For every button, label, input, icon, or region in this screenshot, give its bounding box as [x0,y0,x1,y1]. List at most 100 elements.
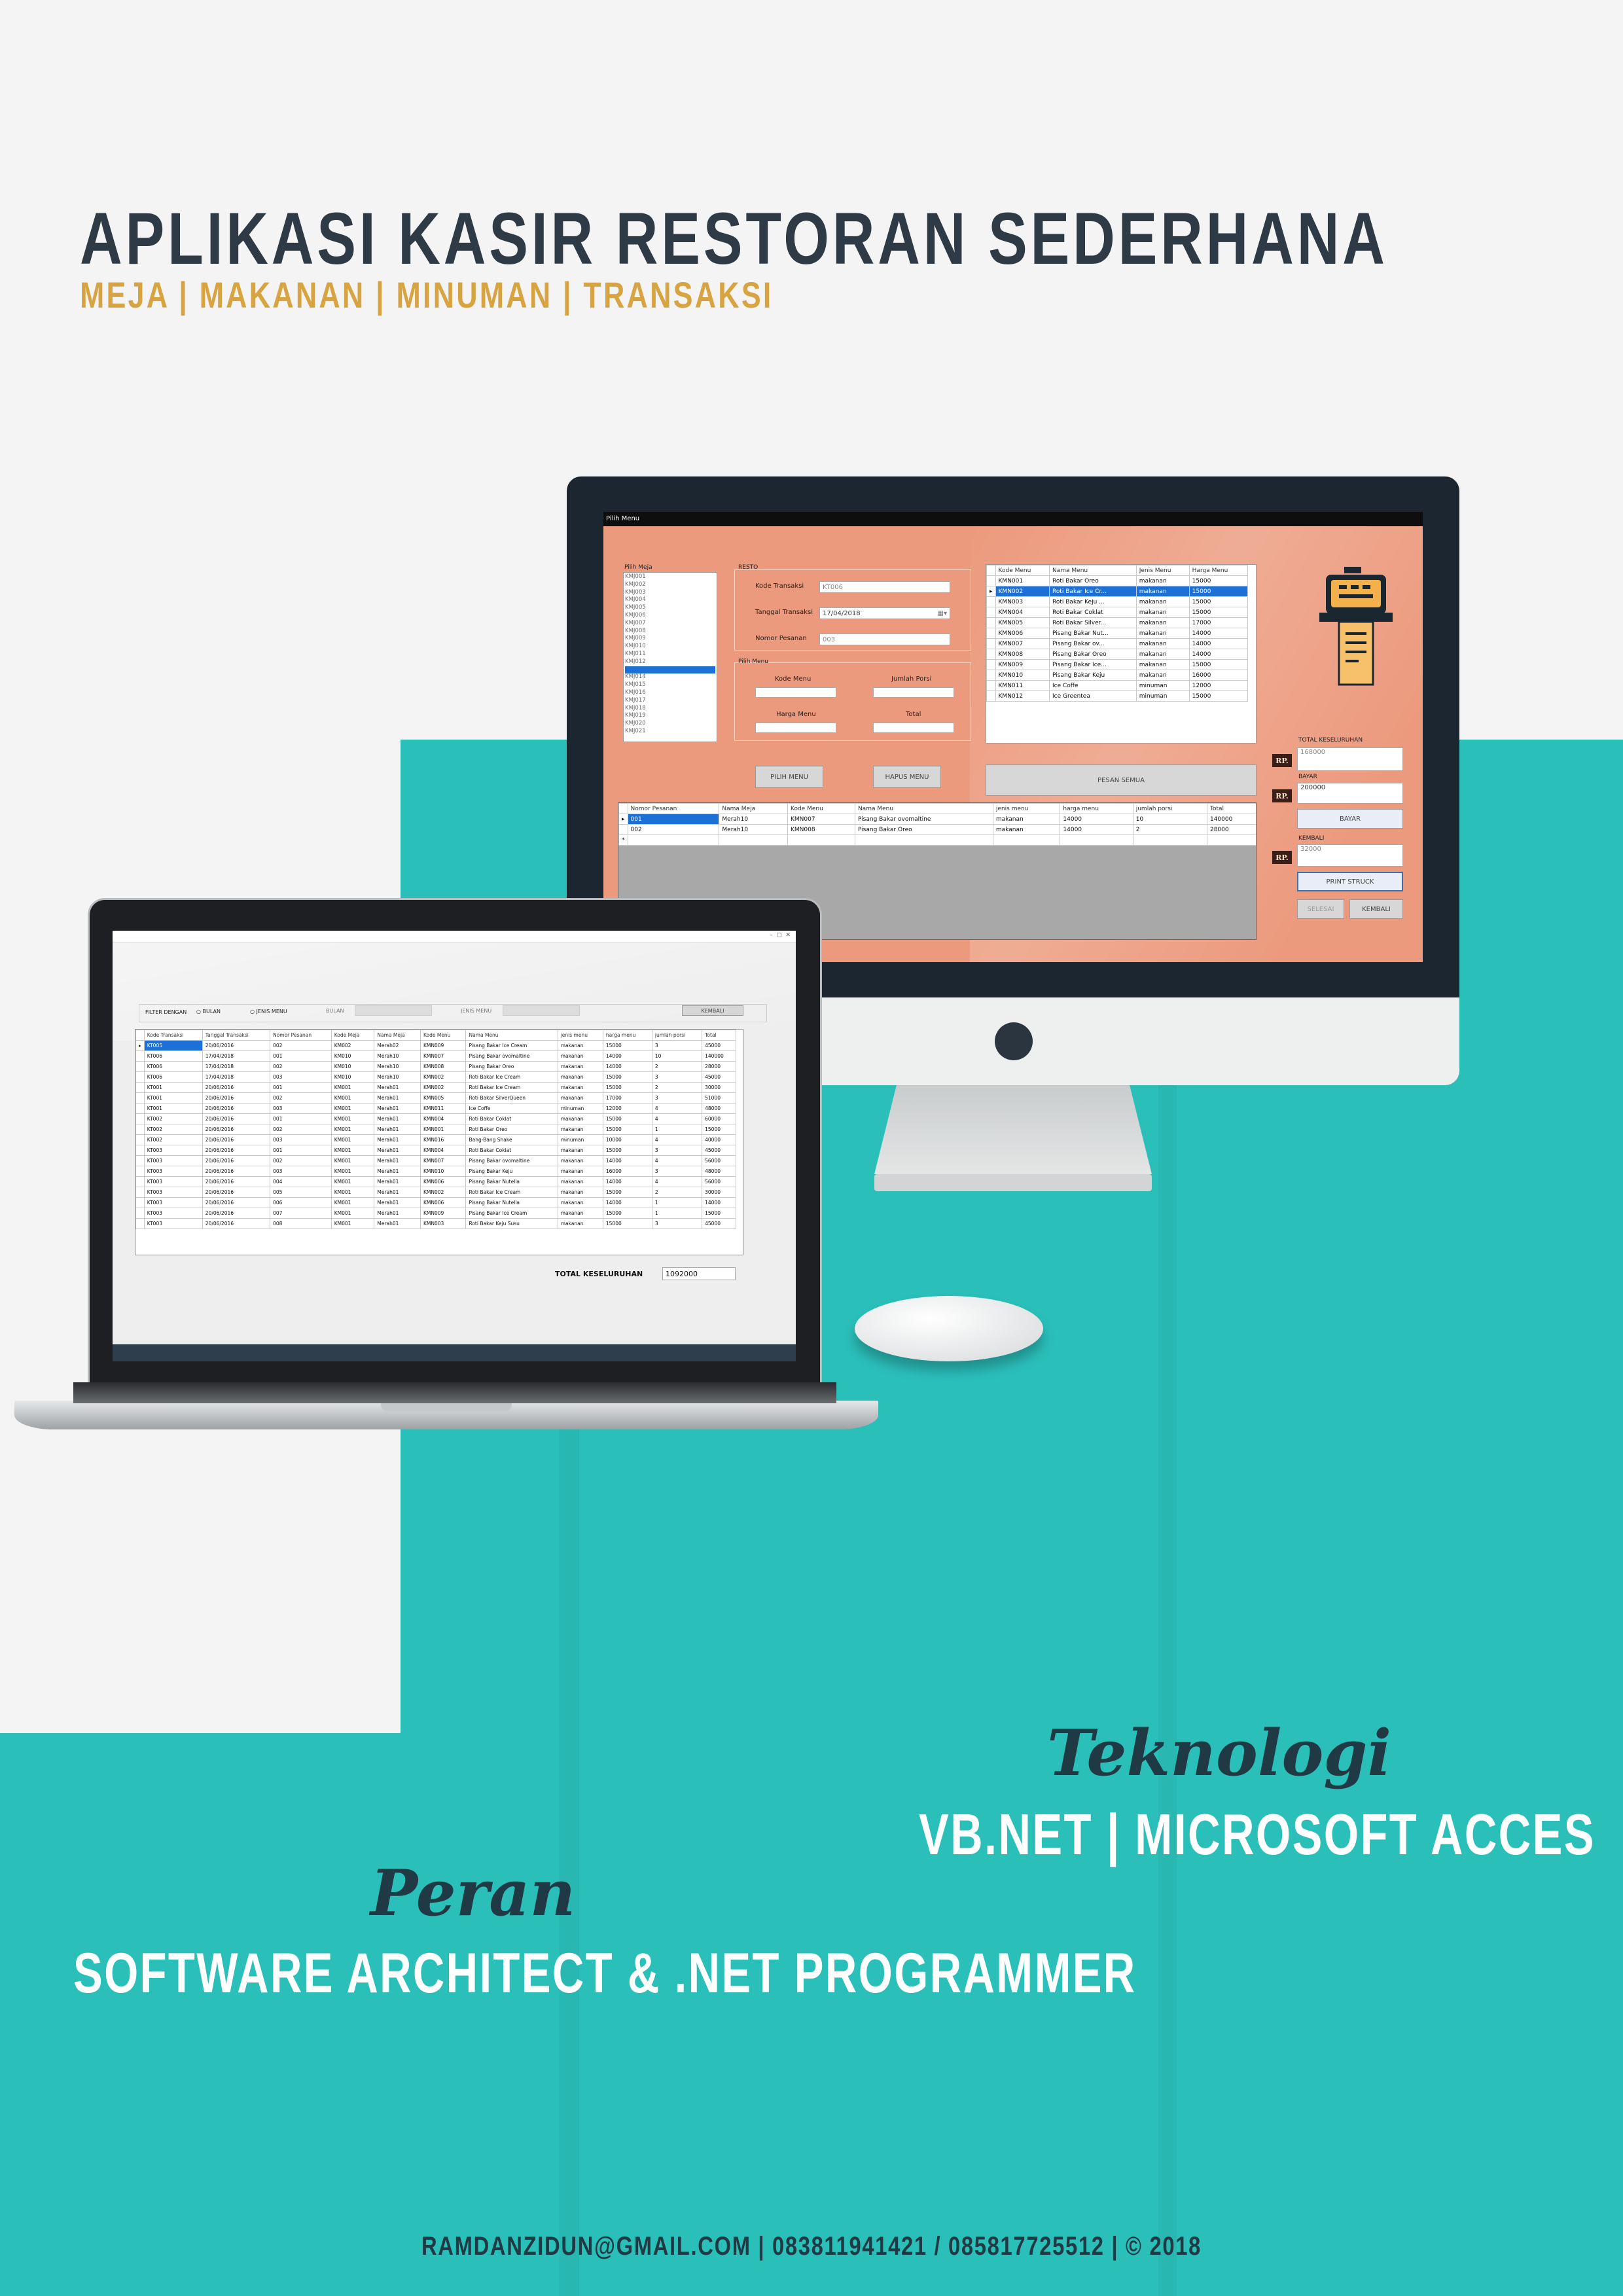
table-cell[interactable]: 15000 [602,1113,652,1124]
table-cell[interactable]: 001 [270,1145,332,1156]
table-cell[interactable]: Merah01 [374,1082,421,1093]
meja-list-item[interactable]: KMJ018 [625,705,715,713]
table-cell[interactable]: KMN009 [995,659,1050,670]
table-cell[interactable]: 45000 [702,1218,736,1229]
table-row[interactable]: KMN003 Roti Bakar Keju ... makanan 15000 [986,596,1249,607]
table-cell[interactable]: 002 [627,824,720,835]
table-cell[interactable]: Pisang Bakar Oreo [854,824,993,835]
row-selector[interactable] [618,824,628,835]
table-cell[interactable]: KT003 [143,1155,203,1166]
table-row[interactable]: KT003 20/06/2016 007 KM001 Merah01 KMN009 Pisa… [135,1208,736,1219]
row-selector[interactable] [135,1218,145,1229]
table-cell[interactable]: Pisang Bakar Nut... [1049,628,1137,639]
table-cell[interactable]: KMN006 [419,1197,467,1208]
table-cell[interactable]: 51000 [702,1092,736,1103]
table-cell[interactable]: 20/06/2016 [202,1155,271,1166]
table-cell[interactable]: 15000 [1188,596,1249,607]
table-row[interactable]: KT006 17/04/2018 003 KM010 Merah10 KMN002 Roti… [135,1071,736,1083]
table-cell[interactable]: 16000 [602,1166,652,1177]
table-cell[interactable]: Roti Bakar Ice Cream [465,1071,558,1083]
table-cell[interactable]: 15000 [602,1124,652,1135]
table-row[interactable]: KT001 20/06/2016 003 KM001 Merah01 KMN011 Ice … [135,1103,736,1114]
table-cell[interactable]: 16000 [1188,670,1249,681]
tanggal-transaksi-picker[interactable]: 17/04/2018 ▦▾ [819,607,950,619]
table-cell[interactable]: Pisang Bakar Ice Cream [465,1040,558,1051]
column-header[interactable]: Kode Transaksi [143,1030,203,1041]
table-cell[interactable]: 60000 [702,1113,736,1124]
table-cell[interactable]: 48000 [702,1166,736,1177]
table-cell[interactable]: KM001 [330,1187,375,1198]
table-cell[interactable]: KM001 [330,1176,375,1187]
column-header[interactable]: harga menu [602,1030,652,1041]
total-field[interactable] [873,723,954,733]
table-cell[interactable]: KMN007 [995,638,1050,649]
table-cell[interactable]: 20/06/2016 [202,1197,271,1208]
row-selector[interactable] [135,1187,145,1198]
table-cell[interactable]: 008 [270,1218,332,1229]
row-selector[interactable] [135,1176,145,1187]
table-cell[interactable]: KM001 [330,1134,375,1145]
table-cell[interactable]: 002 [270,1124,332,1135]
table-cell[interactable]: 14000 [602,1050,652,1062]
table-cell[interactable]: KMN009 [419,1040,467,1051]
column-header[interactable]: Nama Menu [1049,565,1137,576]
table-cell[interactable]: KM001 [330,1124,375,1135]
table-cell[interactable]: 20/06/2016 [202,1082,271,1093]
table-row[interactable]: KMN012 Ice Greentea minuman 15000 [986,691,1249,702]
row-selector[interactable]: ▸ [618,814,628,825]
table-cell[interactable]: KMN005 [419,1092,467,1103]
table-cell[interactable]: KM001 [330,1197,375,1208]
table-cell[interactable]: 002 [270,1061,332,1072]
table-cell[interactable]: Roti Bakar Oreo [465,1124,558,1135]
table-cell[interactable]: KM001 [330,1208,375,1219]
row-selector[interactable] [135,1208,145,1219]
jumlah-porsi-field[interactable] [873,687,954,698]
table-cell[interactable]: KMN002 [995,586,1050,597]
table-row[interactable]: KT003 20/06/2016 003 KM001 Merah01 KMN010 Pisa… [135,1166,736,1177]
table-cell[interactable]: makanan [557,1113,603,1124]
table-cell[interactable]: Merah01 [374,1166,421,1177]
row-selector[interactable]: * [618,834,628,846]
table-cell[interactable]: KMN007 [419,1050,467,1062]
table-cell[interactable]: Merah10 [719,824,788,835]
table-cell[interactable]: 3 [651,1145,703,1156]
table-cell[interactable]: 14000 [602,1197,652,1208]
table-cell[interactable]: 001 [270,1113,332,1124]
table-cell[interactable]: 15000 [602,1218,652,1229]
table-cell[interactable]: Merah01 [374,1218,421,1229]
table-cell[interactable]: KMN004 [995,607,1050,618]
table-cell[interactable]: Pisang Bakar Keju [1049,670,1137,681]
table-cell[interactable]: 140000 [1206,814,1256,825]
column-header[interactable]: Kode Meja [330,1030,375,1041]
column-header[interactable]: Nama Menu [465,1030,558,1041]
table-cell[interactable]: KT003 [143,1197,203,1208]
table-cell[interactable]: 4 [651,1113,703,1124]
table-cell[interactable]: KT001 [143,1103,203,1114]
table-row[interactable]: KT001 20/06/2016 001 KM001 Merah01 KMN002 Roti… [135,1082,736,1093]
table-cell[interactable]: 45000 [702,1040,736,1051]
meja-list-item[interactable]: KMJ001 [625,573,715,581]
meja-list-item[interactable]: KMJ009 [625,635,715,643]
table-cell[interactable]: 1 [651,1197,703,1208]
table-cell[interactable]: 20/06/2016 [202,1124,271,1135]
table-cell[interactable]: 15000 [1188,575,1249,586]
calendar-icon[interactable]: ▦▾ [938,610,947,617]
table-cell[interactable]: KM010 [330,1050,375,1062]
column-header[interactable]: harga menu [1060,803,1133,814]
table-cell[interactable]: KMN002 [419,1071,467,1083]
table-row[interactable]: KMN006 Pisang Bakar Nut... makanan 14000 [986,628,1249,639]
table-cell[interactable]: 002 [270,1040,332,1051]
table-row[interactable]: KT001 20/06/2016 002 KM001 Merah01 KMN005 Roti… [135,1092,736,1103]
column-header[interactable]: Jenis Menu [1135,565,1190,576]
table-cell[interactable]: 15000 [1188,659,1249,670]
table-cell[interactable]: 1 [651,1208,703,1219]
row-selector[interactable] [986,607,996,618]
row-selector[interactable] [135,1145,145,1156]
table-cell[interactable]: KT006 [143,1061,203,1072]
row-selector[interactable]: ▸ [135,1040,145,1051]
table-cell[interactable]: makanan [992,814,1061,825]
hapus-menu-button[interactable]: HAPUS MENU [873,766,941,788]
table-cell[interactable]: KMN011 [995,680,1050,691]
table-cell[interactable]: Roti Bakar Ice Cr... [1049,586,1137,597]
table-row[interactable]: ▸ KMN002 Roti Bakar Ice Cr... makanan 15000 [986,586,1249,597]
